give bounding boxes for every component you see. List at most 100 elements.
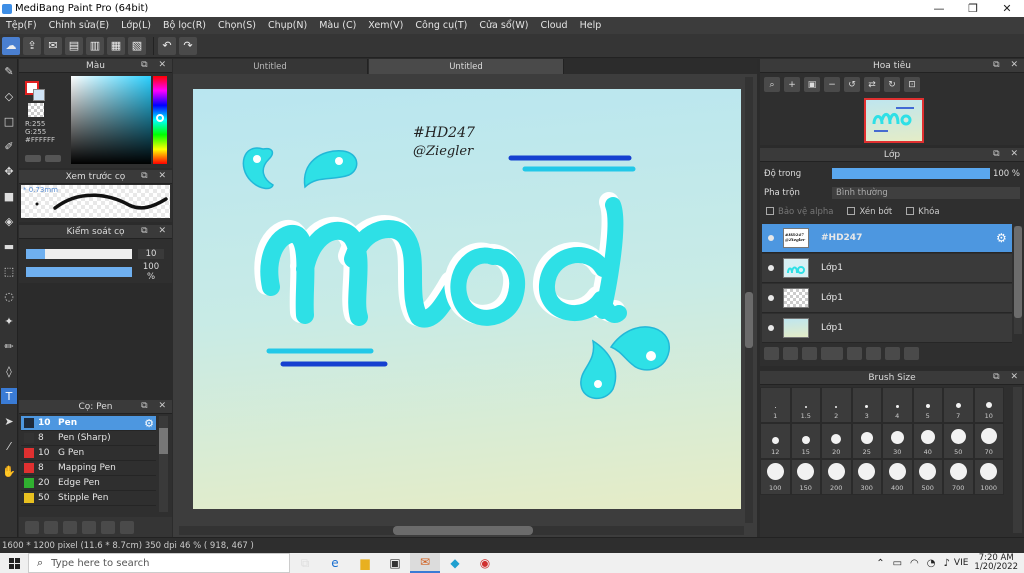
brush-size-preset[interactable]: 150 (790, 459, 821, 495)
background-color-swatch[interactable] (33, 89, 45, 101)
lock-checkbox[interactable]: Khóa (906, 207, 940, 217)
operation-tool-icon[interactable]: ➤ (1, 413, 17, 429)
menu-file[interactable]: Tệp(F) (0, 20, 43, 31)
lock-view-icon[interactable]: ⊡ (904, 77, 920, 92)
protect-alpha-checkbox[interactable]: Bảo vệ alpha (766, 207, 833, 217)
text-tool-icon[interactable]: T (1, 388, 17, 404)
chat-icon[interactable]: ▤ (65, 36, 83, 55)
folder-icon[interactable] (847, 346, 862, 360)
panel-close-icon[interactable]: ⧉ ✕ (993, 149, 1022, 159)
taskbar-search[interactable]: ⌕ Type here to search (28, 553, 290, 573)
brush-opacity-slider[interactable] (26, 267, 132, 277)
color-mode-button[interactable] (25, 155, 41, 162)
delete-layer-icon[interactable] (904, 346, 919, 360)
brush-size-scrollbar[interactable] (1013, 387, 1022, 533)
flip-icon[interactable]: ⇄ (864, 77, 880, 92)
menu-select[interactable]: Chọn(S) (212, 20, 262, 31)
mail-icon[interactable]: ✉ (410, 553, 440, 573)
layer-row-layer1-c[interactable]: Lớp1 (762, 314, 1012, 343)
zoom-out-icon[interactable]: − (824, 77, 840, 92)
battery-icon[interactable]: ▭ (893, 558, 902, 569)
new-layer-icon[interactable] (764, 346, 779, 360)
brush-item-edge-pen[interactable]: 20 Edge Pen (21, 476, 156, 491)
file-explorer-icon[interactable]: ▆ (350, 553, 380, 573)
brush-size-preset[interactable]: 2 (821, 387, 852, 423)
brush-tool-icon[interactable]: ✎ (1, 63, 17, 79)
menu-help[interactable]: Help (574, 20, 608, 31)
add-brush-icon[interactable] (25, 520, 39, 534)
menu-filter[interactable]: Bộ lọc(R) (157, 20, 212, 31)
tab-document-2[interactable]: Untitled (369, 59, 564, 74)
menu-cloud[interactable]: Cloud (534, 20, 573, 31)
panel-close-icon[interactable]: ⧉ ✕ (141, 401, 170, 411)
brush-size-preset[interactable]: 10 (973, 387, 1004, 423)
brush-item-pen-sharp[interactable]: 8 Pen (Sharp) (21, 431, 156, 446)
visibility-eye-icon[interactable] (768, 235, 774, 241)
panel-close-icon[interactable]: ⧉ ✕ (993, 60, 1022, 70)
menu-view[interactable]: Xem(V) (362, 20, 409, 31)
brush-size-preset[interactable]: 500 (912, 459, 943, 495)
brush-size-preset[interactable]: 100 (760, 459, 791, 495)
brush-size-preset[interactable]: 3 (851, 387, 882, 423)
brush-folder-icon[interactable] (101, 520, 115, 534)
eyedropper-tool-icon[interactable]: ⁄ (1, 438, 17, 454)
upload-icon[interactable]: ⇪ (23, 36, 41, 55)
artboard[interactable]: #HD247 @Ziegler (193, 89, 741, 509)
brush-size-preset[interactable]: 12 (760, 423, 791, 459)
brush-item-pen[interactable]: 10 Pen ⚙ (21, 416, 156, 431)
tab-document-1[interactable]: Untitled (173, 59, 368, 74)
hand-tool-icon[interactable]: ✋ (1, 463, 17, 479)
brush-size-preset[interactable]: 25 (851, 423, 882, 459)
scrollbar-thumb[interactable] (159, 428, 168, 454)
gear-icon[interactable]: ⚙ (144, 417, 154, 430)
rotate-right-icon[interactable]: ↻ (884, 77, 900, 92)
pen-tool-icon[interactable]: ✐ (1, 138, 17, 154)
fill-rect-tool-icon[interactable]: ■ (1, 188, 17, 204)
brush-item-g-pen[interactable]: 10 G Pen (21, 446, 156, 461)
layer-blend-select[interactable]: Bình thường (832, 186, 1020, 199)
new-8bit-layer-icon[interactable] (802, 346, 817, 360)
menu-snap[interactable]: Chụp(N) (262, 20, 313, 31)
document-icon[interactable]: ▥ (86, 36, 104, 55)
zoom-in-icon[interactable]: + (784, 77, 800, 92)
panel-icon[interactable]: ▧ (128, 36, 146, 55)
panel-close-icon[interactable]: ⧉ ✕ (141, 226, 170, 236)
visibility-eye-icon[interactable] (768, 295, 774, 301)
brush-size-preset[interactable]: 70 (973, 423, 1004, 459)
brush-delete-icon[interactable] (120, 520, 134, 534)
brush-size-preset[interactable]: 40 (912, 423, 943, 459)
start-button[interactable] (0, 553, 28, 573)
taskbar-clock[interactable]: 7:20 AM 1/20/2022 (974, 554, 1018, 572)
navigator-thumbnail[interactable] (864, 98, 924, 143)
menu-window[interactable]: Cửa sổ(W) (473, 20, 534, 31)
canvas-horizontal-scrollbar[interactable] (179, 526, 744, 535)
transparent-color-swatch[interactable] (28, 103, 44, 117)
chrome-icon[interactable]: ◉ (470, 553, 500, 573)
menu-color[interactable]: Màu (C) (313, 20, 362, 31)
bucket-tool-icon[interactable]: ◈ (1, 213, 17, 229)
select-tool-icon[interactable]: ⬚ (1, 263, 17, 279)
brush-size-preset[interactable]: 4 (882, 387, 913, 423)
select-eraser-icon[interactable]: ◊ (1, 363, 17, 379)
select-pen-icon[interactable]: ✏ (1, 338, 17, 354)
gear-icon[interactable]: ⚙ (996, 231, 1010, 245)
brush-size-preset[interactable]: 5 (912, 387, 943, 423)
rotate-left-icon[interactable]: ↺ (844, 77, 860, 92)
scrollbar-thumb[interactable] (393, 526, 533, 535)
lasso-tool-icon[interactable]: ◌ (1, 288, 17, 304)
magic-wand-icon[interactable]: ✦ (1, 313, 17, 329)
brush-size-preset[interactable]: 50 (943, 423, 974, 459)
fit-icon[interactable]: ▣ (804, 77, 820, 92)
brush-size-preset[interactable]: 700 (943, 459, 974, 495)
canvas-vertical-scrollbar[interactable] (745, 77, 753, 523)
visibility-eye-icon[interactable] (768, 265, 774, 271)
clipping-checkbox[interactable]: Xén bớt (847, 207, 892, 217)
brush-settings-icon[interactable] (63, 520, 77, 534)
cloud-icon[interactable]: ☁ (2, 36, 20, 55)
gradient-tool-icon[interactable]: ▬ (1, 238, 17, 254)
brush-size-preset[interactable]: 1.5 (790, 387, 821, 423)
wifi-icon[interactable]: ◔ (927, 558, 936, 569)
color-swap-button[interactable] (45, 155, 61, 162)
store-icon[interactable]: ▣ (380, 553, 410, 573)
brush-size-preset[interactable]: 400 (882, 459, 913, 495)
